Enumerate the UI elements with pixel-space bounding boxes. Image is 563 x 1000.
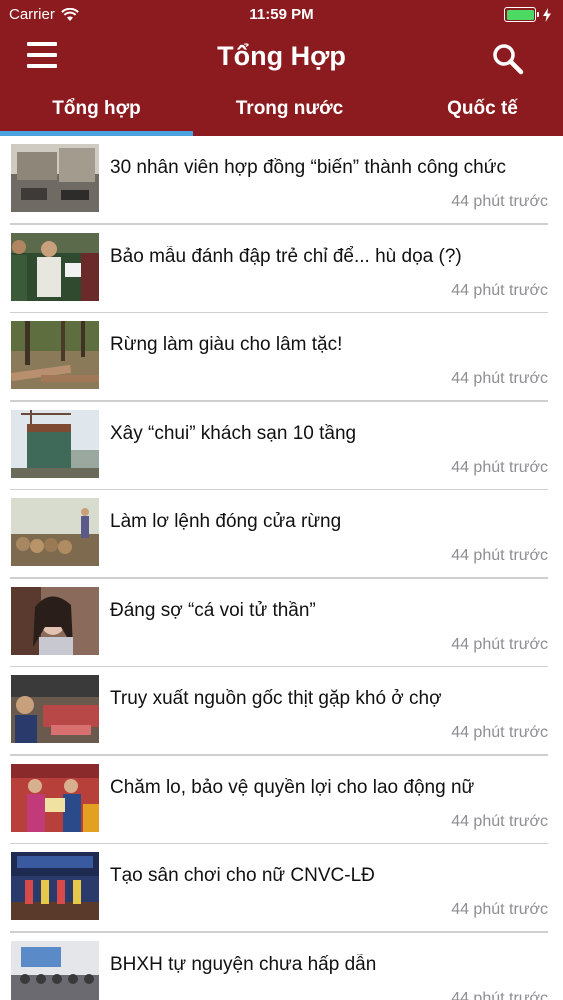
article-thumbnail xyxy=(11,940,99,1000)
article-time: 44 phút trước xyxy=(451,989,548,1000)
article-item[interactable]: Tạo sân chơi cho nữ CNVC-LĐ 44 phút trướ… xyxy=(0,844,563,933)
article-time: 44 phút trước xyxy=(451,812,548,830)
article-title: BHXH tự nguyện chưa hấp dẫn xyxy=(110,953,377,975)
article-thumbnail xyxy=(11,763,99,832)
status-bar: Carrier 11:59 PM xyxy=(0,0,563,30)
page-title: Tổng Hợp xyxy=(217,41,346,71)
article-title: Xây “chui” khách sạn 10 tầng xyxy=(110,422,357,444)
article-time: 44 phút trước xyxy=(451,370,548,387)
article-title: Rừng làm giàu cho lâm tặc! xyxy=(110,334,343,355)
article-time: 44 phút trước xyxy=(451,281,548,299)
tab-tong-hop[interactable]: Tổng hợp xyxy=(0,86,193,136)
header-bar: Carrier 11:59 PM Tổng Hợp Tổng hợp Trong… xyxy=(0,0,563,136)
article-time: 44 phút trước xyxy=(451,193,548,210)
article-title: Truy xuất nguồn gốc thịt gặp khó ở chợ xyxy=(110,688,442,709)
article-time: 44 phút trước xyxy=(451,635,548,653)
status-time: 11:59 PM xyxy=(249,6,314,23)
article-item[interactable]: Truy xuất nguồn gốc thịt gặp khó ở chợ 4… xyxy=(0,667,563,756)
article-title: 30 nhân viên hợp đồng “biến” thành công … xyxy=(110,157,506,178)
battery-icon xyxy=(504,7,536,22)
article-title: Tạo sân chơi cho nữ CNVC-LĐ xyxy=(110,865,375,886)
navigation-bar: Tổng Hợp xyxy=(0,30,563,86)
article-time: 44 phút trước xyxy=(451,458,548,476)
article-item[interactable]: Xây “chui” khách sạn 10 tầng 44 phút trư… xyxy=(0,402,563,490)
article-title: Đáng sợ “cá voi tử thần” xyxy=(110,599,316,621)
category-tabs: Tổng hợp Trong nước Quốc tế xyxy=(0,86,563,136)
article-thumbnail xyxy=(11,144,99,212)
article-thumbnail xyxy=(11,409,99,478)
article-item[interactable]: Bảo mẫu đánh đập trẻ chỉ để... hù dọa (?… xyxy=(0,225,563,313)
article-item[interactable]: BHXH tự nguyện chưa hấp dẫn 44 phút trướ… xyxy=(0,933,563,1000)
charging-bolt-icon xyxy=(543,7,551,22)
article-time: 44 phút trước xyxy=(451,901,548,918)
article-thumbnail xyxy=(11,852,99,920)
tab-quoc-te[interactable]: Quốc tế xyxy=(386,86,563,136)
article-thumbnail xyxy=(11,498,99,566)
tab-trong-nuoc[interactable]: Trong nước xyxy=(193,86,386,136)
article-list: 30 nhân viên hợp đồng “biến” thành công … xyxy=(0,136,563,1000)
article-time: 44 phút trước xyxy=(451,547,548,564)
article-item[interactable]: Chăm lo, bảo vệ quyền lợi cho lao động n… xyxy=(0,756,563,844)
article-thumbnail xyxy=(11,586,99,655)
search-icon[interactable] xyxy=(491,42,525,76)
article-time: 44 phút trước xyxy=(451,724,548,741)
article-thumbnail xyxy=(11,232,99,301)
article-item[interactable]: 30 nhân viên hợp đồng “biến” thành công … xyxy=(0,136,563,225)
article-item[interactable]: Làm lơ lệnh đóng cửa rừng 44 phút trước xyxy=(0,490,563,579)
article-thumbnail xyxy=(11,321,99,389)
article-title: Chăm lo, bảo vệ quyền lợi cho lao động n… xyxy=(110,776,475,798)
article-item[interactable]: Đáng sợ “cá voi tử thần” 44 phút trước xyxy=(0,579,563,667)
article-item[interactable]: Rừng làm giàu cho lâm tặc! 44 phút trước xyxy=(0,313,563,402)
battery-indicator xyxy=(504,7,551,22)
article-title: Làm lơ lệnh đóng cửa rừng xyxy=(110,511,342,532)
article-title: Bảo mẫu đánh đập trẻ chỉ để... hù dọa (?… xyxy=(110,245,462,267)
article-thumbnail xyxy=(11,675,99,743)
